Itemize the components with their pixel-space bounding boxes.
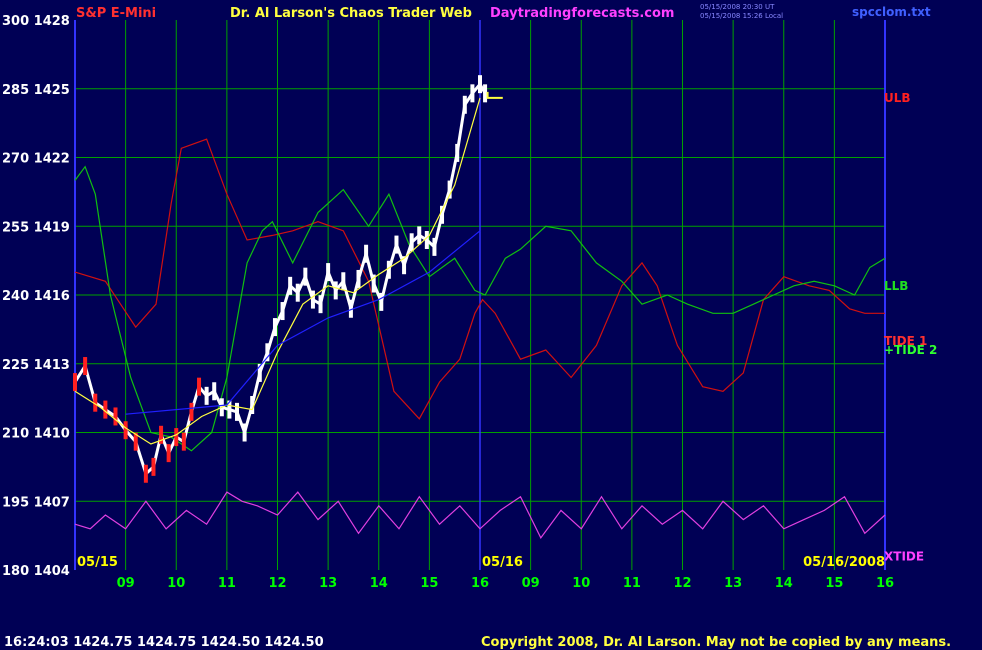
y-tick-label: 195 1407 — [2, 495, 70, 510]
series-label: +TIDE 2 — [884, 343, 937, 357]
y-tick-label: 255 1419 — [2, 220, 70, 235]
x-tick-label: 11 — [218, 576, 236, 591]
x-tick-label: 13 — [319, 576, 337, 591]
x-tick-label: 12 — [673, 576, 691, 591]
y-tick-label: 225 1413 — [2, 358, 70, 373]
quote-readout: 16:24:03 1424.75 1424.75 1424.50 1424.50 — [4, 635, 324, 650]
date-label: 05/15 — [77, 555, 118, 570]
y-tick-label: 285 1425 — [2, 83, 70, 98]
timestamp-local: 05/15/2008 15:26 Local — [700, 12, 783, 20]
series-label: XTIDE — [884, 549, 924, 563]
x-tick-label: 12 — [268, 576, 286, 591]
x-tick-label: 16 — [876, 576, 894, 591]
x-tick-label: 13 — [724, 576, 742, 591]
x-tick-label: 15 — [825, 576, 843, 591]
file-name: spcclom.txt — [852, 5, 931, 19]
y-tick-label: 210 1410 — [2, 427, 70, 442]
y-tick-label: 240 1416 — [2, 289, 70, 304]
x-tick-label: 16 — [471, 576, 489, 591]
series-label: LLB — [884, 279, 908, 293]
y-tick-label: 180 1404 — [2, 564, 70, 579]
x-tick-label: 14 — [775, 576, 793, 591]
instrument-label: S&P E-Mini — [76, 6, 156, 21]
y-tick-label: 300 1428 — [2, 14, 70, 29]
date-label: 05/16/2008 — [803, 555, 885, 570]
x-tick-label: 09 — [117, 576, 135, 591]
copyright: Copyright 2008, Dr. Al Larson. May not b… — [481, 635, 951, 650]
x-tick-label: 14 — [370, 576, 388, 591]
chart: 300 1428 285 1425 270 1422 255 1419 240 1416… — [0, 0, 982, 650]
site-title: Dr. Al Larson's Chaos Trader Web — [230, 6, 472, 21]
x-tick-label: 09 — [522, 576, 540, 591]
site-url[interactable]: Daytradingforecasts.com — [490, 6, 674, 21]
date-label: 05/16 — [482, 555, 523, 570]
y-tick-label: 270 1422 — [2, 152, 70, 167]
x-tick-label: 10 — [167, 576, 185, 591]
x-tick-label: 11 — [623, 576, 641, 591]
x-tick-label: 15 — [420, 576, 438, 591]
series-label: ULB — [884, 91, 911, 105]
x-tick-label: 10 — [572, 576, 590, 591]
timestamp-ut: 05/15/2008 20:30 UT — [700, 3, 775, 11]
